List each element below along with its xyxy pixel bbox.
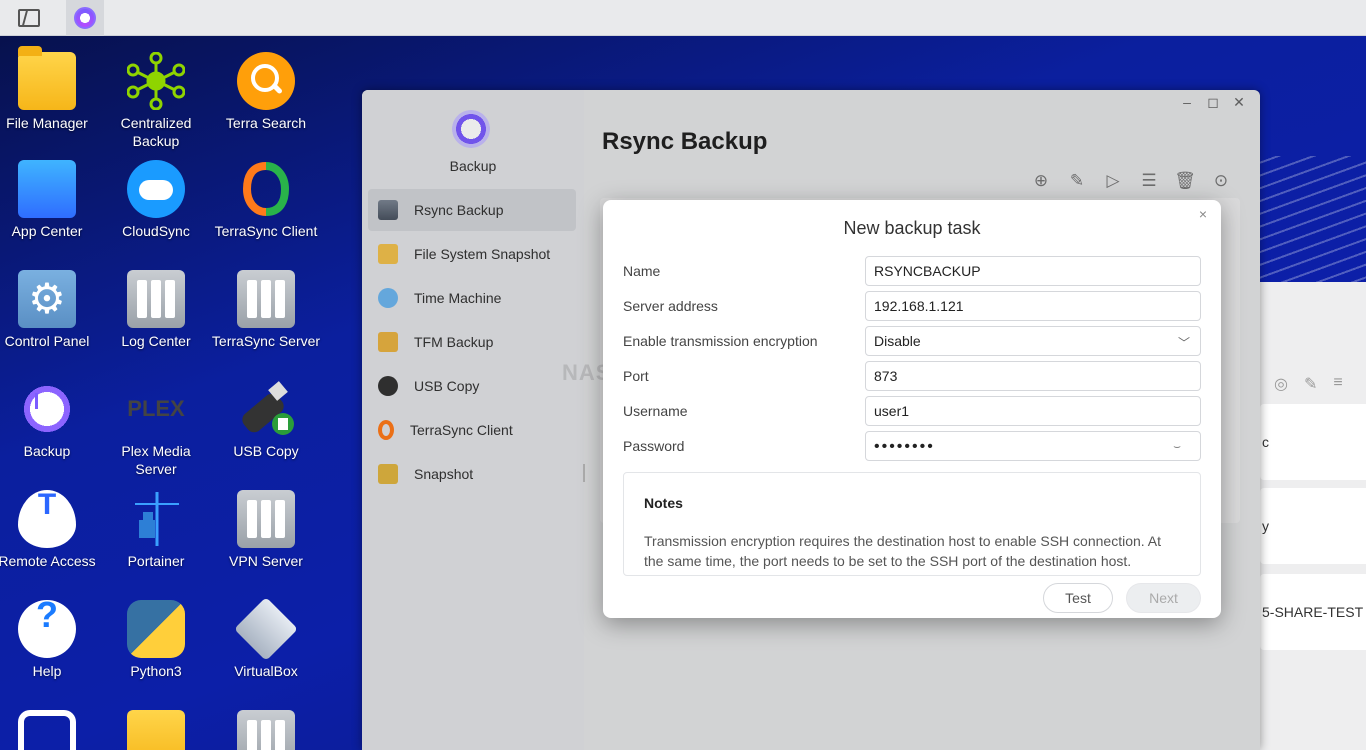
list-card[interactable]: 5-SHARE-TEST bbox=[1260, 574, 1366, 650]
app-photo-folder[interactable] bbox=[101, 710, 211, 750]
server-log-icon bbox=[127, 270, 185, 328]
app-terrasync-client[interactable]: TerraSync Client bbox=[211, 160, 321, 240]
encryption-label: Enable transmission encryption bbox=[623, 333, 818, 349]
notes-text: Transmission encryption requires the des… bbox=[644, 533, 1161, 569]
app-headset[interactable] bbox=[0, 710, 102, 750]
plex-icon: PLEX bbox=[127, 396, 185, 421]
app-server-upload[interactable] bbox=[211, 710, 321, 750]
taskbar bbox=[0, 0, 1366, 36]
cloud-icon bbox=[127, 160, 185, 218]
app-file-manager[interactable]: File Manager bbox=[0, 46, 102, 132]
server-address-input[interactable]: 192.168.1.121 bbox=[865, 291, 1201, 321]
app-portainer[interactable]: Portainer bbox=[101, 490, 211, 570]
python-icon bbox=[127, 600, 185, 658]
clock-icon bbox=[18, 380, 76, 438]
notes-box: Notes Transmission encryption requires t… bbox=[623, 472, 1201, 576]
shield-icon bbox=[237, 490, 295, 548]
name-label: Name bbox=[623, 263, 661, 279]
network-icon bbox=[126, 51, 186, 111]
crane-icon bbox=[127, 490, 185, 548]
show-desktop-button[interactable] bbox=[10, 0, 48, 36]
camera-icon[interactable]: ◎ bbox=[1274, 374, 1288, 394]
search-icon bbox=[237, 52, 295, 110]
help-icon bbox=[18, 600, 76, 658]
sync-icon bbox=[237, 160, 295, 218]
edit-icon[interactable]: ✎ bbox=[1304, 374, 1317, 394]
port-label: Port bbox=[623, 368, 649, 384]
app-help[interactable]: Help bbox=[0, 600, 102, 680]
username-input[interactable]: user1 bbox=[865, 396, 1201, 426]
camera-folder-icon bbox=[127, 710, 185, 750]
app-terra-search[interactable]: Terra Search bbox=[211, 52, 321, 132]
background-toolbar: ◎ ✎ ≡ bbox=[1274, 374, 1343, 394]
app-cloudsync[interactable]: CloudSync bbox=[101, 160, 211, 240]
app-plex[interactable]: PLEX Plex Media Server bbox=[101, 380, 211, 478]
encryption-row: Enable transmission encryption Disable ﹀ bbox=[623, 326, 1201, 356]
next-button[interactable]: Next bbox=[1126, 583, 1201, 613]
test-button[interactable]: Test bbox=[1043, 583, 1113, 613]
remote-icon bbox=[18, 490, 76, 548]
app-vpn-server[interactable]: VPN Server bbox=[211, 490, 321, 570]
port-row: Port 873 bbox=[623, 361, 1201, 391]
app-remote-access[interactable]: Remote Access bbox=[0, 490, 102, 570]
app-log-center[interactable]: Log Center bbox=[101, 270, 211, 350]
app-virtualbox[interactable]: VirtualBox bbox=[211, 597, 321, 680]
dialog-title: New backup task bbox=[843, 218, 981, 238]
shopping-bag-icon bbox=[18, 160, 76, 218]
usb-icon bbox=[237, 380, 295, 438]
list-card[interactable]: y bbox=[1260, 488, 1366, 564]
app-app-center[interactable]: App Center bbox=[0, 160, 102, 240]
server-address-row: Server address 192.168.1.121 bbox=[623, 291, 1201, 321]
virtualbox-icon bbox=[234, 597, 298, 661]
folder-icon bbox=[18, 46, 76, 110]
window-icon bbox=[18, 9, 40, 27]
chevron-down-icon: ﹀ bbox=[1177, 336, 1190, 350]
app-terrasync-server[interactable]: TerraSync Server bbox=[211, 270, 321, 350]
username-label: Username bbox=[623, 403, 688, 419]
app-centralized-backup[interactable]: Centralized Backup bbox=[101, 51, 211, 150]
password-input[interactable]: •••••••• ⌣ bbox=[865, 431, 1201, 461]
name-input[interactable]: RSYNCBACKUP bbox=[865, 256, 1201, 286]
port-input[interactable]: 873 bbox=[865, 361, 1201, 391]
password-label: Password bbox=[623, 438, 685, 454]
notes-title: Notes bbox=[644, 495, 683, 511]
new-backup-task-dialog: × New backup task Name RSYNCBACKUP Serve… bbox=[603, 200, 1221, 618]
server-sync-icon bbox=[237, 270, 295, 328]
username-row: Username user1 bbox=[623, 396, 1201, 426]
menu-icon[interactable]: ≡ bbox=[1333, 374, 1342, 394]
backup-clock-icon bbox=[74, 7, 96, 29]
encryption-select[interactable]: Disable ﹀ bbox=[865, 326, 1201, 356]
name-row: Name RSYNCBACKUP bbox=[623, 256, 1201, 286]
gear-icon bbox=[18, 270, 76, 328]
server-address-label: Server address bbox=[623, 298, 718, 314]
background-window-panel: ◎ ✎ ≡ c y 5-SHARE-TEST bbox=[1260, 282, 1366, 750]
server-upload-icon bbox=[237, 710, 295, 750]
taskbar-backup-button[interactable] bbox=[66, 0, 104, 36]
app-python3[interactable]: Python3 bbox=[101, 600, 211, 680]
list-card[interactable]: c bbox=[1260, 404, 1366, 480]
password-row: Password •••••••• ⌣ bbox=[623, 431, 1201, 461]
app-control-panel[interactable]: Control Panel bbox=[0, 270, 102, 350]
app-backup[interactable]: Backup bbox=[0, 380, 102, 460]
headset-icon bbox=[18, 710, 76, 750]
eye-closed-icon[interactable]: ⌣ bbox=[1173, 439, 1181, 454]
app-usb-copy[interactable]: USB Copy bbox=[211, 380, 321, 460]
